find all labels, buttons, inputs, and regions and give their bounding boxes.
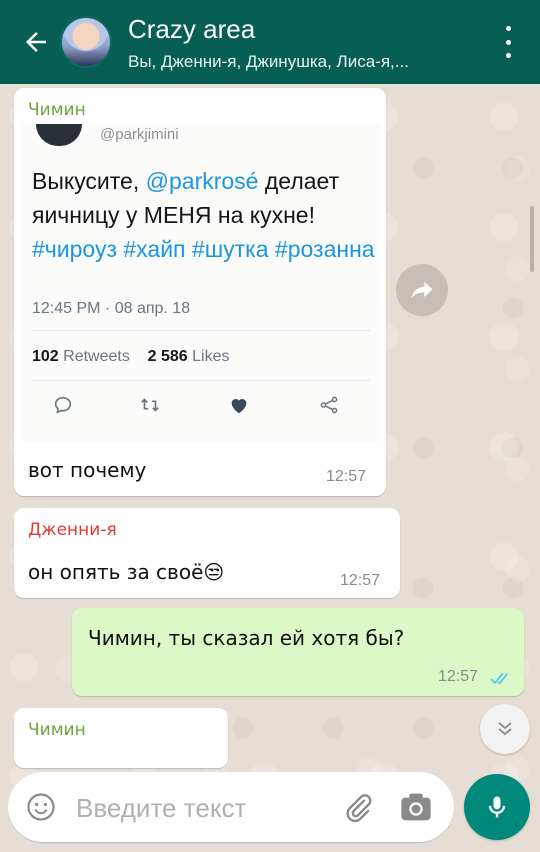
tweet-text: Выкусите, @parkrosé делает яичницу у МЕН… — [32, 164, 377, 266]
message-bubble-incoming[interactable]: Чимин @parkjimini Выкусите, @parkrosé де… — [14, 88, 386, 496]
forward-icon — [411, 281, 433, 299]
message-text: он опять за своё😒 — [28, 560, 225, 584]
mic-button[interactable] — [464, 774, 530, 840]
message-time: 12:57 — [326, 468, 367, 485]
tweet-author-avatar — [36, 124, 82, 146]
message-input[interactable] — [74, 786, 328, 830]
scroll-to-bottom-button[interactable] — [480, 704, 530, 754]
retweets-label: Retweets — [63, 348, 130, 365]
message-bubble-outgoing[interactable]: Чимин, ты сказал ей хотя бы? 12:57 — [72, 608, 524, 696]
camera-icon[interactable] — [400, 792, 432, 826]
group-avatar[interactable] — [60, 16, 112, 68]
message-text: вот почему — [28, 458, 147, 482]
attach-icon[interactable] — [342, 792, 374, 828]
message-sender: Чимин — [28, 100, 86, 120]
message-time: 12:57 — [438, 668, 479, 685]
likes-count: 2 586 — [147, 348, 188, 365]
message-sender: Чимин — [28, 720, 86, 740]
retweets-count: 102 — [32, 348, 59, 365]
reply-icon[interactable] — [52, 394, 74, 420]
back-arrow-icon — [26, 32, 46, 52]
message-sender: Дженни-я — [28, 520, 117, 540]
chat-title[interactable]: Crazy area — [128, 14, 255, 45]
forward-button[interactable] — [396, 264, 448, 316]
message-bubble-incoming[interactable]: Чимин — [14, 708, 228, 768]
tweet-divider — [32, 380, 370, 381]
chat-participants[interactable]: Вы, Дженни-я, Джинушка, Лиса-я,... — [128, 52, 409, 72]
double-check-icon — [490, 672, 509, 685]
tweet-card[interactable]: @parkjimini Выкусите, @parkrosé делает я… — [22, 124, 380, 442]
mic-icon — [488, 796, 506, 818]
tweet-divider — [32, 330, 370, 331]
back-button[interactable] — [18, 24, 54, 60]
scrollbar[interactable] — [530, 206, 534, 272]
like-icon[interactable] — [228, 394, 250, 420]
message-text: Чимин, ты сказал ей хотя бы? — [88, 626, 405, 650]
chevron-down-icon — [498, 722, 512, 736]
emoji-icon[interactable] — [26, 792, 56, 826]
chat-header[interactable]: Crazy area Вы, Дженни-я, Джинушка, Лиса-… — [0, 0, 540, 84]
message-bubble-incoming[interactable]: Дженни-я он опять за своё😒 12:57 — [14, 508, 400, 598]
tweet-actions — [52, 394, 352, 420]
share-icon[interactable] — [318, 394, 340, 420]
tweet-stats: 102 Retweets 2 586 Likes — [32, 348, 230, 366]
retweet-icon[interactable] — [138, 394, 162, 420]
tweet-text-start: Выкусите, — [32, 168, 146, 194]
likes-label: Likes — [192, 348, 230, 365]
tweet-mention[interactable]: @parkrosé — [146, 168, 259, 194]
message-composer — [8, 772, 454, 842]
tweet-hashtags[interactable]: #чироуз #хайп #шутка #розанна — [32, 236, 375, 262]
tweet-handle: @parkjimini — [100, 126, 179, 143]
tweet-date: 12:45 PM · 08 апр. 18 — [32, 300, 191, 317]
message-time: 12:57 — [340, 572, 381, 589]
more-vert-icon[interactable] — [496, 26, 520, 58]
